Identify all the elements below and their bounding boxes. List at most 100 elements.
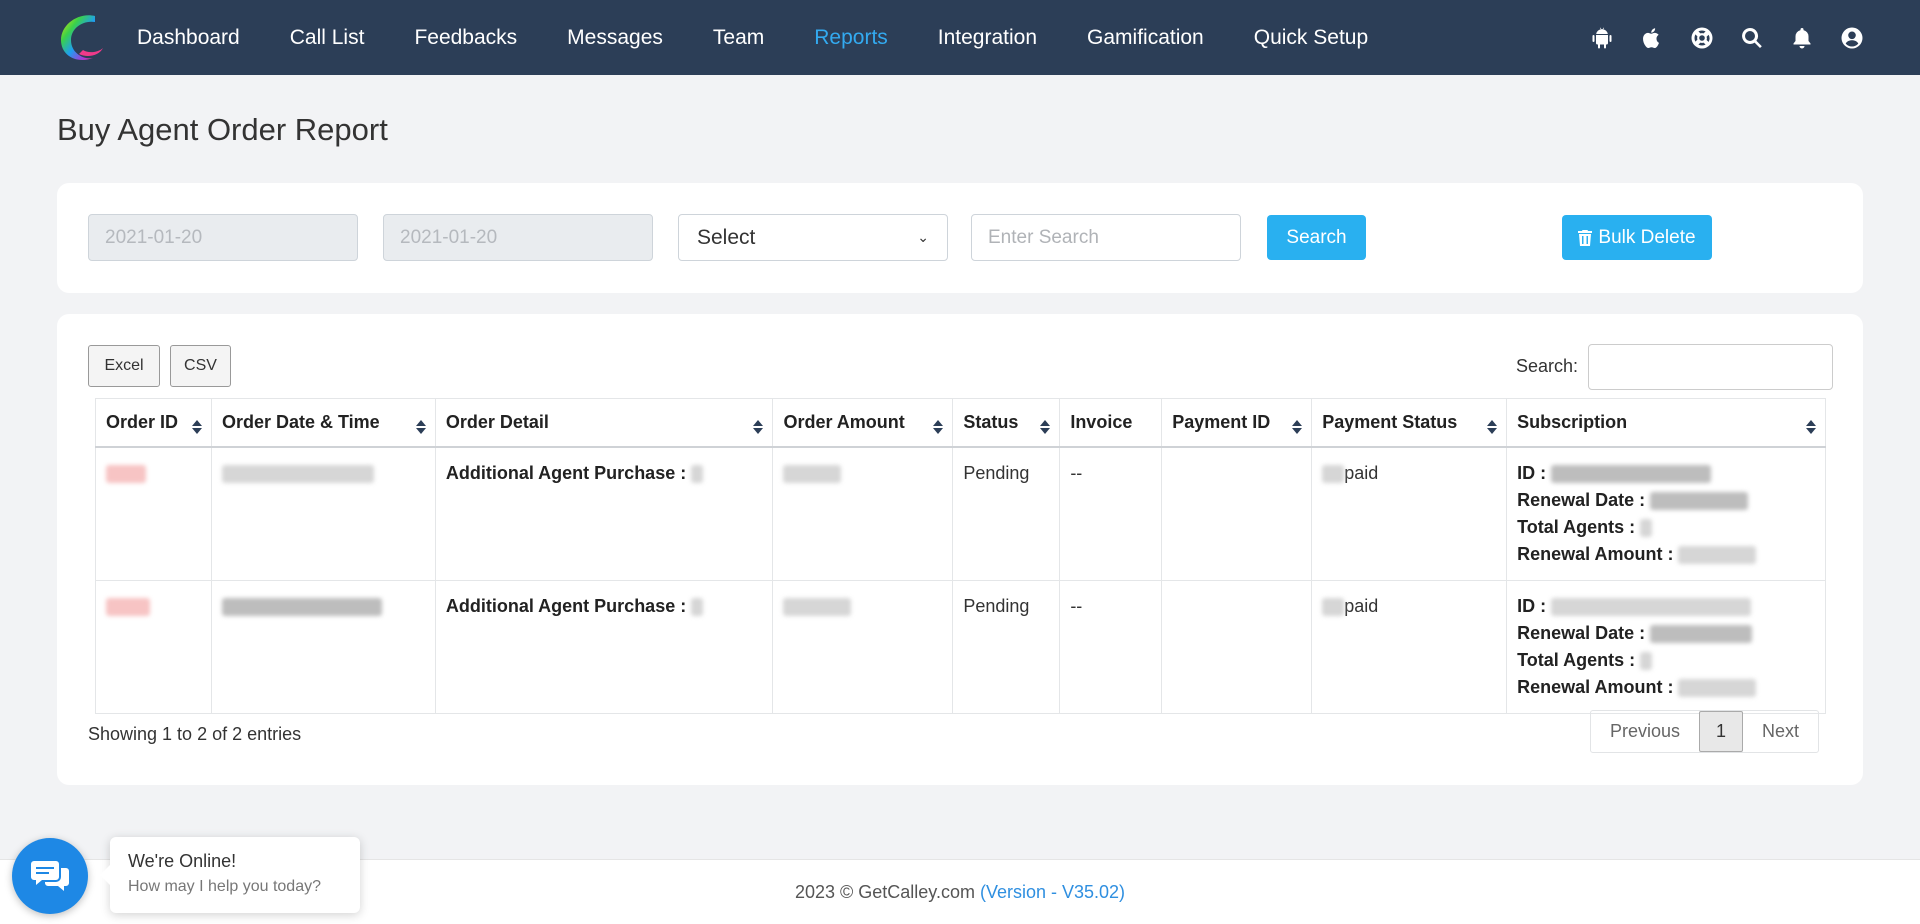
- order-detail-label: Additional Agent Purchase :: [445, 595, 687, 616]
- pagination-next[interactable]: Next: [1743, 711, 1818, 752]
- from-date-input[interactable]: [88, 214, 358, 261]
- col-order-id[interactable]: Order ID: [95, 398, 212, 448]
- redacted-value: [106, 464, 146, 483]
- nav-quick-setup[interactable]: Quick Setup: [1229, 0, 1393, 75]
- col-invoice: Invoice: [1059, 398, 1163, 448]
- redacted-value: [691, 464, 704, 483]
- entries-info: Showing 1 to 2 of 2 entries: [88, 724, 302, 744]
- user-icon[interactable]: [1839, 25, 1865, 51]
- main-nav: Dashboard Call List Feedbacks Messages T…: [112, 0, 1393, 75]
- chat-launcher-button[interactable]: [12, 838, 88, 914]
- nav-messages[interactable]: Messages: [542, 0, 688, 75]
- search-button[interactable]: Search: [1267, 215, 1366, 260]
- col-payment-status[interactable]: Payment Status: [1311, 398, 1508, 448]
- csv-export-button[interactable]: CSV: [170, 345, 231, 387]
- redacted-value: [106, 597, 150, 616]
- redacted-value: [221, 464, 374, 483]
- payment-status-cell: paid: [1311, 446, 1508, 581]
- col-invoice-label: Invoice: [1070, 411, 1133, 432]
- to-date-input[interactable]: [383, 214, 653, 261]
- search-input[interactable]: [971, 214, 1241, 261]
- subscription-id-label: ID :: [1517, 595, 1547, 616]
- renewal-amount-label: Renewal Amount :: [1517, 676, 1674, 697]
- order-date-cell: [210, 446, 436, 581]
- getcalley-logo[interactable]: [55, 10, 107, 64]
- col-order-date[interactable]: Order Date & Time: [210, 398, 436, 448]
- table-row: Additional Agent Purchase : Pending -- p…: [95, 579, 1826, 714]
- total-agents-label: Total Agents :: [1517, 516, 1636, 537]
- top-navbar: Dashboard Call List Feedbacks Messages T…: [0, 0, 1920, 75]
- payment-status-value: paid: [1344, 595, 1379, 616]
- footer-version-link[interactable]: (Version - V35.02): [980, 882, 1125, 902]
- filter-card: Select ⌄ Search Bulk Delete: [57, 183, 1863, 293]
- sort-icon: [933, 420, 944, 434]
- pagination-page-1[interactable]: 1: [1699, 711, 1744, 752]
- redacted-value: [1322, 597, 1345, 616]
- col-order-date-label: Order Date & Time: [221, 411, 380, 432]
- support-icon[interactable]: [1689, 25, 1715, 51]
- nav-team[interactable]: Team: [688, 0, 789, 75]
- report-table-card: Excel CSV Search: Order ID Order Date & …: [57, 314, 1863, 785]
- chat-title: We're Online!: [128, 851, 237, 871]
- sort-icon: [1040, 420, 1051, 434]
- payment-id-cell: [1161, 446, 1313, 581]
- total-agents-label: Total Agents :: [1517, 649, 1636, 670]
- col-subscription-label: Subscription: [1517, 411, 1628, 432]
- nav-feedbacks[interactable]: Feedbacks: [389, 0, 542, 75]
- android-icon[interactable]: [1589, 25, 1615, 51]
- table-search-input[interactable]: [1588, 344, 1833, 390]
- col-order-amount[interactable]: Order Amount: [772, 398, 954, 448]
- sort-icon: [415, 420, 426, 434]
- sort-icon: [1806, 420, 1816, 434]
- sort-icon: [1487, 420, 1498, 434]
- filter-select[interactable]: Select ⌄: [678, 214, 948, 261]
- excel-export-button[interactable]: Excel: [88, 345, 160, 387]
- nav-gamification[interactable]: Gamification: [1062, 0, 1229, 75]
- nav-icon-group: [1589, 0, 1865, 75]
- redacted-value: [783, 464, 842, 483]
- subscription-id-label: ID :: [1517, 462, 1547, 483]
- table-header-row: Order ID Order Date & Time Order Detail …: [95, 398, 1826, 448]
- chat-greeting-bubble[interactable]: We're Online! How may I help you today?: [100, 837, 360, 913]
- renewal-date-label: Renewal Date :: [1517, 622, 1646, 643]
- redacted-value: [1322, 464, 1345, 483]
- redacted-value: [221, 597, 382, 616]
- col-payment-id[interactable]: Payment ID: [1161, 398, 1313, 448]
- footer-copyright: 2023 © GetCalley.com: [794, 882, 975, 902]
- order-date-cell: [210, 579, 436, 714]
- payment-status-cell: paid: [1311, 579, 1508, 714]
- search-icon[interactable]: [1739, 25, 1765, 51]
- redacted-value: [1650, 491, 1749, 510]
- bulk-delete-label: Bulk Delete: [1598, 226, 1696, 248]
- redacted-value: [1650, 624, 1753, 643]
- sort-icon: [191, 420, 202, 434]
- bulk-delete-button[interactable]: Bulk Delete: [1562, 215, 1712, 260]
- bell-icon[interactable]: [1789, 25, 1815, 51]
- nav-call-list[interactable]: Call List: [265, 0, 390, 75]
- redacted-value: [1678, 678, 1757, 697]
- chevron-down-icon: ⌄: [917, 229, 929, 245]
- col-order-detail[interactable]: Order Detail: [434, 398, 774, 448]
- status-cell: Pending: [952, 446, 1061, 581]
- order-id-cell: [95, 579, 212, 714]
- invoice-cell: --: [1059, 579, 1163, 714]
- payment-id-cell: [1161, 579, 1313, 714]
- sort-icon: [1292, 420, 1303, 434]
- col-order-amount-label: Order Amount: [783, 411, 905, 432]
- order-amount-cell: [772, 579, 954, 714]
- table-search-label: Search:: [1516, 356, 1579, 376]
- pagination-previous[interactable]: Previous: [1591, 711, 1699, 752]
- col-status-label: Status: [963, 411, 1019, 432]
- redacted-value: [783, 597, 852, 616]
- col-subscription[interactable]: Subscription: [1506, 398, 1826, 448]
- trash-icon: [1578, 229, 1593, 246]
- col-status[interactable]: Status: [952, 398, 1061, 448]
- col-payment-id-label: Payment ID: [1172, 411, 1271, 432]
- nav-dashboard[interactable]: Dashboard: [112, 0, 265, 75]
- nav-integration[interactable]: Integration: [913, 0, 1062, 75]
- status-cell: Pending: [952, 579, 1061, 714]
- chat-icon: [31, 861, 69, 891]
- nav-reports[interactable]: Reports: [789, 0, 913, 75]
- subscription-cell: ID : Renewal Date : Total Agents : Renew…: [1506, 579, 1826, 714]
- apple-icon[interactable]: [1639, 25, 1665, 51]
